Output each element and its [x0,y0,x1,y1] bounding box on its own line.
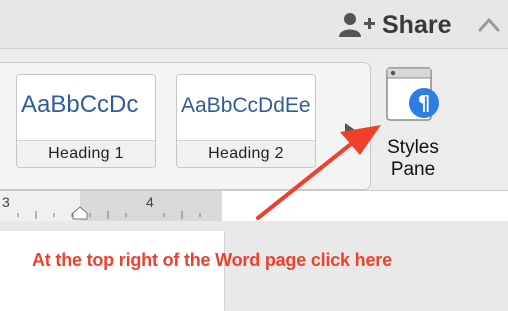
chevron-up-icon[interactable] [477,14,501,34]
share-button[interactable]: Share [338,9,451,41]
style-heading-1[interactable]: AaBbCcDc Heading 1 [16,74,156,168]
horizontal-ruler[interactable]: 3 4 [0,190,508,222]
style-name: Heading 1 [17,140,155,167]
styles-pane-button[interactable]: ¶ Styles Pane [376,61,450,187]
style-sample-text: AaBbCcDdEe [181,94,311,117]
indent-marker-icon [72,206,88,220]
styles-pane-label-line1: Styles [387,137,439,158]
pilcrow-window-icon: ¶ [386,67,439,121]
svg-text:¶: ¶ [418,91,431,115]
style-sample-text: AaBbCcDc [21,91,139,118]
styles-pane-label: Styles Pane [376,137,450,181]
styles-pane-label-line2: Pane [390,159,436,180]
ribbon: AaBbCcDc Heading 1 AaBbCcDdEe Heading 2 … [0,49,508,190]
ruler-number: 4 [146,194,154,210]
top-bar: Share [0,0,508,49]
styles-gallery: AaBbCcDc Heading 1 AaBbCcDdEe Heading 2 [0,62,371,190]
ruler-ticks [17,206,201,220]
style-heading-2[interactable]: AaBbCcDdEe Heading 2 [176,74,316,168]
document-page[interactable] [0,231,225,311]
share-label: Share [382,10,452,39]
style-name: Heading 2 [177,140,315,167]
annotation-text: At the top right of the Word page click … [32,250,392,270]
ruler-number: 3 [2,194,10,210]
add-person-icon [339,13,375,37]
triangle-right-icon[interactable] [345,123,355,137]
